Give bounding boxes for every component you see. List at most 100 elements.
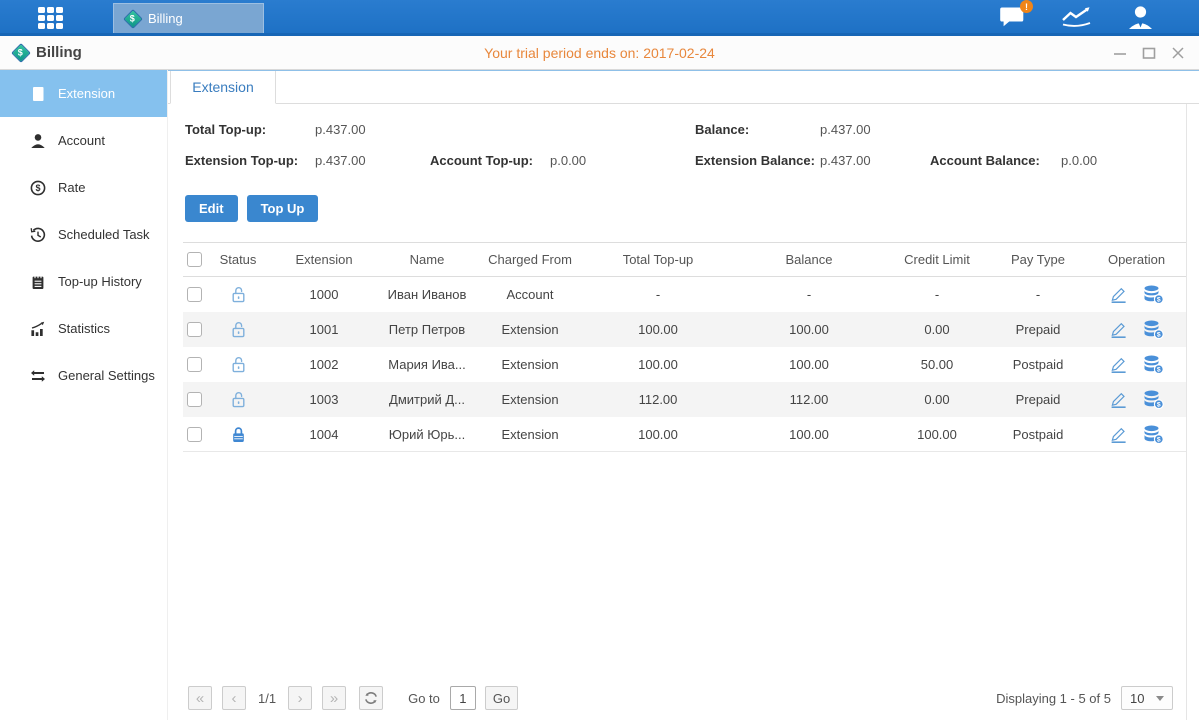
top-bar: $ Billing ! (0, 0, 1199, 36)
table-row: 1003 Дмитрий Д... Extension 112.00 112.0… (183, 382, 1186, 417)
total-topup-cell: - (583, 277, 733, 312)
last-page-button[interactable]: » (322, 686, 346, 710)
name-cell: Юрий Юрь... (377, 417, 477, 451)
notebook-icon (30, 274, 46, 290)
balance-cell: 112.00 (733, 382, 885, 417)
charged-from-cell: Extension (477, 417, 583, 451)
row-checkbox[interactable] (187, 287, 202, 302)
extension-balance-label: Extension Balance: (695, 153, 820, 168)
table-row: 1002 Мария Ива... Extension 100.00 100.0… (183, 347, 1186, 382)
operation-cell: $ (1087, 312, 1186, 347)
name-cell: Иван Иванов (377, 277, 477, 312)
pay-type-cell: Postpaid (989, 417, 1087, 451)
trial-notice: Your trial period ends on: 2017-02-24 (0, 45, 1199, 61)
sidebar-item-label: Rate (58, 180, 85, 195)
go-button[interactable]: Go (485, 686, 518, 710)
displaying-text: Displaying 1 - 5 of 5 (996, 691, 1111, 706)
sidebar-item-scheduled-task[interactable]: Scheduled Task (0, 211, 167, 258)
operation-cell: $ (1087, 277, 1186, 312)
pay-type-cell: Prepaid (989, 312, 1087, 347)
credit-limit-cell: - (885, 277, 989, 312)
transfer-arrows-icon (30, 368, 46, 384)
edit-icon[interactable] (1109, 321, 1128, 338)
operation-cell: $ (1087, 417, 1186, 451)
credit-limit-cell: 100.00 (885, 417, 989, 451)
total-topup-cell: 100.00 (583, 312, 733, 347)
row-checkbox[interactable] (187, 322, 202, 337)
svg-text:$: $ (1157, 332, 1161, 339)
sidebar-item-account[interactable]: Account (0, 117, 167, 164)
edit-icon[interactable] (1109, 426, 1128, 443)
name-cell: Мария Ива... (377, 347, 477, 382)
message-icon[interactable]: ! (999, 5, 1026, 28)
chart-icon[interactable] (1061, 5, 1092, 28)
billing-app-tab[interactable]: $ Billing (113, 3, 264, 34)
balance-cell: - (733, 277, 885, 312)
goto-page-input[interactable] (450, 686, 476, 710)
maximize-icon[interactable] (1142, 46, 1156, 60)
topup-icon[interactable]: $ (1143, 390, 1164, 409)
edit-icon[interactable] (1109, 356, 1128, 373)
row-checkbox[interactable] (187, 392, 202, 407)
coin-icon: $ (30, 180, 46, 196)
page-indicator: 1/1 (258, 691, 276, 706)
unlock-icon (231, 286, 246, 303)
sidebar-item-statistics[interactable]: Statistics (0, 305, 167, 352)
status-cell (205, 277, 271, 312)
sidebar-item-general-settings[interactable]: General Settings (0, 352, 167, 399)
page-size-select[interactable]: 10 (1121, 686, 1173, 710)
next-page-button[interactable]: › (288, 686, 312, 710)
topup-icon[interactable]: $ (1143, 355, 1164, 374)
svg-text:$: $ (35, 183, 40, 193)
sidebar-item-extension[interactable]: Extension (0, 70, 167, 117)
total-topup-cell: 100.00 (583, 417, 733, 451)
goto-label: Go to (408, 691, 440, 706)
col-pay-type: Pay Type (989, 243, 1087, 276)
unlock-icon (231, 356, 246, 373)
tab-extension[interactable]: Extension (170, 71, 276, 104)
select-all-checkbox[interactable] (187, 252, 202, 267)
sidebar-item-label: Account (58, 133, 105, 148)
edit-icon[interactable] (1109, 391, 1128, 408)
col-name: Name (377, 243, 477, 276)
pay-type-cell: - (989, 277, 1087, 312)
credit-limit-cell: 0.00 (885, 312, 989, 347)
table-row: 1004 Юрий Юрь... Extension 100.00 100.00… (183, 417, 1186, 452)
edit-icon[interactable] (1109, 286, 1128, 303)
prev-page-button[interactable]: ‹ (222, 686, 246, 710)
row-checkbox[interactable] (187, 357, 202, 372)
action-buttons: Edit Top Up (185, 195, 1199, 222)
topup-icon[interactable]: $ (1143, 425, 1164, 444)
apps-grid-icon[interactable] (38, 7, 70, 31)
topup-icon[interactable]: $ (1143, 320, 1164, 339)
user-icon[interactable] (1127, 5, 1154, 29)
sidebar: Extension Account $ Rate Scheduled Task … (0, 70, 168, 720)
extension-cell: 1000 (271, 277, 377, 312)
row-checkbox[interactable] (187, 427, 202, 442)
table-body: 1000 Иван Иванов Account - - - - $ 1001 … (183, 277, 1186, 452)
top-up-button[interactable]: Top Up (247, 195, 319, 222)
account-balance-label: Account Balance: (930, 153, 1061, 168)
close-icon[interactable] (1171, 46, 1185, 60)
sidebar-item-rate[interactable]: $ Rate (0, 164, 167, 211)
sidebar-item-topup-history[interactable]: Top-up History (0, 258, 167, 305)
lock-icon (231, 426, 246, 443)
charged-from-cell: Account (477, 277, 583, 312)
table-row: 1000 Иван Иванов Account - - - - $ (183, 277, 1186, 312)
topup-icon[interactable]: $ (1143, 285, 1164, 304)
credit-limit-cell: 0.00 (885, 382, 989, 417)
name-cell: Петр Петров (377, 312, 477, 347)
edit-button[interactable]: Edit (185, 195, 238, 222)
balance-cell: 100.00 (733, 312, 885, 347)
first-page-button[interactable]: « (188, 686, 212, 710)
clock-history-icon (30, 227, 46, 243)
operation-cell: $ (1087, 382, 1186, 417)
operation-cell: $ (1087, 347, 1186, 382)
minimize-icon[interactable] (1113, 46, 1127, 60)
table-row: 1001 Петр Петров Extension 100.00 100.00… (183, 312, 1186, 347)
account-balance-value: p.0.00 (1061, 153, 1199, 168)
balance-value: p.437.00 (820, 122, 930, 137)
billing-diamond-icon: $ (123, 9, 143, 29)
refresh-button[interactable] (359, 686, 383, 710)
extension-balance-value: p.437.00 (820, 153, 930, 168)
